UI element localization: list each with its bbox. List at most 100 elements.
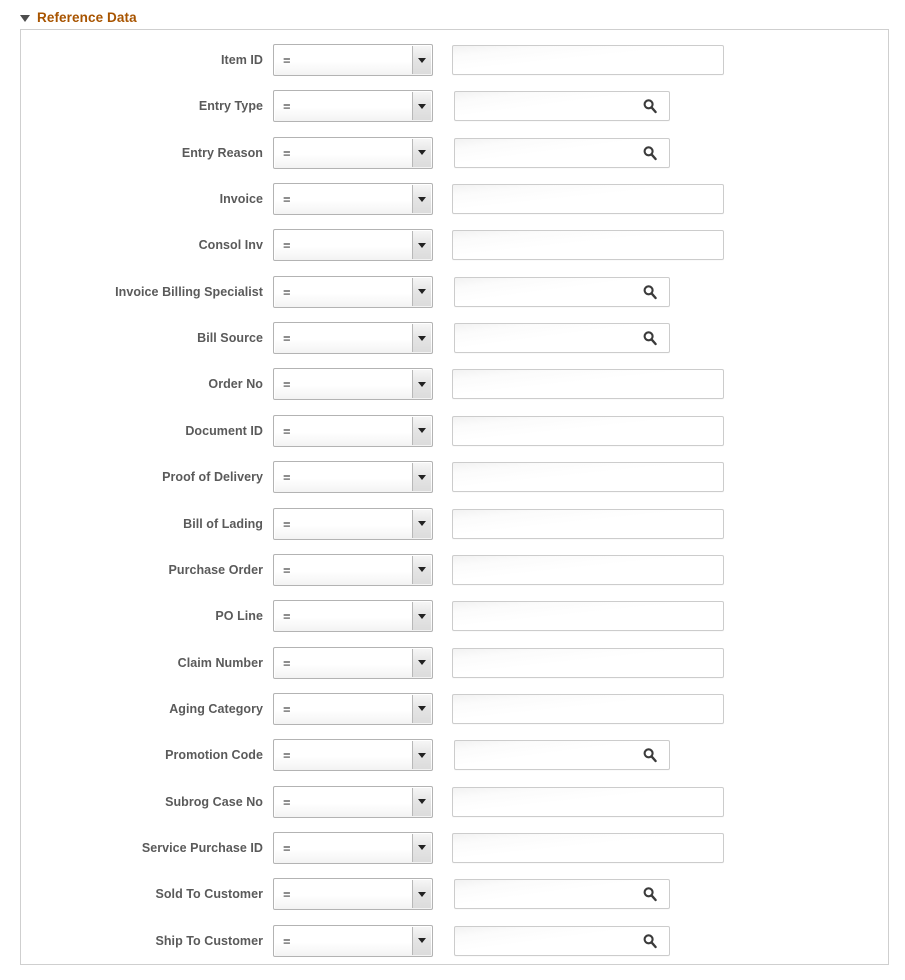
triangle-down-icon[interactable] (20, 14, 30, 22)
operator-dropdown-button[interactable] (412, 46, 431, 74)
criteria-label: Purchase Order (168, 562, 263, 577)
value-input[interactable] (452, 369, 724, 400)
value-input[interactable] (452, 184, 724, 215)
operator-select[interactable]: = (273, 229, 433, 262)
value-input[interactable] (454, 925, 670, 956)
operator-value: = (283, 52, 291, 68)
operator-dropdown-button[interactable] (412, 92, 431, 121)
value-field-wrapper (452, 508, 724, 539)
value-input[interactable] (452, 230, 724, 261)
operator-dropdown-button[interactable] (412, 880, 431, 909)
operator-select[interactable]: = (273, 183, 433, 216)
value-input[interactable] (452, 45, 724, 75)
operator-select[interactable]: = (273, 507, 433, 540)
value-input[interactable] (452, 693, 724, 724)
value-input[interactable] (452, 508, 724, 539)
value-input[interactable] (452, 462, 724, 493)
value-field-wrapper (454, 276, 670, 307)
search-icon[interactable] (642, 747, 658, 763)
operator-select[interactable]: = (273, 368, 433, 401)
criteria-row: PO Line = (21, 596, 888, 636)
operator-select[interactable]: = (273, 831, 433, 864)
value-field-wrapper (454, 740, 670, 771)
operator-dropdown-button[interactable] (412, 833, 431, 862)
value-input[interactable] (452, 786, 724, 817)
operator-dropdown-button[interactable] (412, 509, 431, 538)
operator-select[interactable]: = (273, 924, 433, 957)
value-field-wrapper (452, 369, 724, 400)
criteria-row: Document ID = (21, 411, 888, 451)
operator-select[interactable]: = (273, 275, 433, 308)
value-field-wrapper (452, 832, 724, 863)
value-input[interactable] (454, 323, 670, 354)
operator-dropdown-button[interactable] (412, 324, 431, 353)
operator-dropdown-button[interactable] (412, 231, 431, 260)
search-icon[interactable] (642, 330, 658, 346)
operator-select[interactable]: = (273, 878, 433, 911)
operator-dropdown-button[interactable] (412, 185, 431, 214)
criteria-row: Consol Inv = (21, 225, 888, 265)
operator-select[interactable]: = (273, 44, 433, 76)
chevron-down-icon (418, 567, 426, 573)
operator-select[interactable]: = (273, 600, 433, 633)
operator-dropdown-button[interactable] (412, 694, 431, 723)
search-icon[interactable] (642, 886, 658, 902)
criteria-row: Service Purchase ID = (21, 828, 888, 868)
criteria-row: Ship To Customer = (21, 921, 888, 961)
criteria-label: Claim Number (177, 655, 263, 670)
criteria-label: Sold To Customer (155, 887, 263, 902)
value-input[interactable] (452, 647, 724, 678)
search-icon[interactable] (642, 933, 658, 949)
value-input[interactable] (454, 879, 670, 910)
value-input[interactable] (452, 832, 724, 863)
operator-dropdown-button[interactable] (412, 463, 431, 492)
operator-dropdown-button[interactable] (412, 787, 431, 816)
value-input[interactable] (454, 137, 670, 168)
criteria-row: Promotion Code = (21, 735, 888, 775)
operator-select[interactable]: = (273, 553, 433, 586)
operator-dropdown-button[interactable] (412, 277, 431, 306)
criteria-label: Consol Inv (198, 238, 263, 253)
operator-select[interactable]: = (273, 739, 433, 772)
operator-select[interactable]: = (273, 90, 433, 123)
criteria-label: Aging Category (169, 701, 263, 716)
operator-select[interactable]: = (273, 461, 433, 494)
operator-value: = (283, 191, 291, 207)
value-field-wrapper (452, 45, 724, 75)
value-field-wrapper (452, 601, 724, 632)
section-header[interactable]: Reference Data (20, 8, 137, 26)
operator-value: = (283, 747, 291, 763)
operator-select[interactable]: = (273, 692, 433, 725)
value-input[interactable] (454, 276, 670, 307)
operator-dropdown-button[interactable] (412, 926, 431, 955)
value-field-wrapper (454, 879, 670, 910)
operator-select[interactable]: = (273, 136, 433, 169)
value-field-wrapper (452, 462, 724, 493)
operator-dropdown-button[interactable] (412, 416, 431, 445)
value-input[interactable] (452, 554, 724, 585)
operator-dropdown-button[interactable] (412, 555, 431, 584)
operator-select[interactable]: = (273, 785, 433, 818)
value-input[interactable] (454, 740, 670, 771)
criteria-label: Order No (208, 377, 263, 392)
operator-value: = (283, 516, 291, 531)
operator-dropdown-button[interactable] (412, 741, 431, 770)
value-field-wrapper (454, 91, 670, 122)
value-input[interactable] (454, 91, 670, 122)
criteria-row: Proof of Delivery = (21, 457, 888, 497)
operator-dropdown-button[interactable] (412, 138, 431, 167)
value-input[interactable] (452, 415, 724, 446)
operator-dropdown-button[interactable] (412, 602, 431, 631)
operator-value: = (283, 376, 291, 392)
search-icon[interactable] (642, 145, 658, 161)
operator-select[interactable]: = (273, 646, 433, 679)
operator-dropdown-button[interactable] (412, 648, 431, 677)
operator-value: = (283, 98, 291, 114)
search-icon[interactable] (642, 98, 658, 114)
operator-select[interactable]: = (273, 322, 433, 355)
operator-dropdown-button[interactable] (412, 370, 431, 399)
value-input[interactable] (452, 601, 724, 632)
criteria-row: Order No = (21, 364, 888, 404)
operator-select[interactable]: = (273, 414, 433, 447)
search-icon[interactable] (642, 284, 658, 300)
